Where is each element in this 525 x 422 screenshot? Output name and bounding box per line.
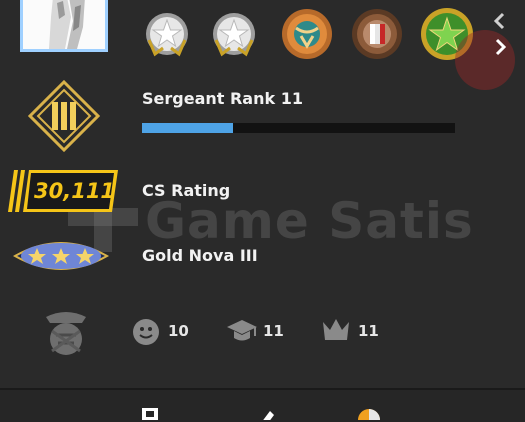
leader-count: 11	[358, 322, 379, 340]
chevron-right-icon[interactable]	[489, 36, 511, 58]
sergeant-rank-icon	[27, 79, 101, 156]
teacher-count: 11	[263, 322, 284, 340]
stats-tab-icon[interactable]	[357, 408, 381, 420]
bronze-flag-medal-icon[interactable]	[349, 6, 405, 62]
xp-progress-fill	[142, 123, 233, 133]
friendly-count: 10	[168, 322, 189, 340]
xp-progress-bar	[142, 123, 455, 133]
chevron-left-icon[interactable]	[489, 10, 511, 32]
teacher-commendation-icon	[226, 316, 258, 348]
watermark-text: Game Satis	[145, 192, 474, 250]
friendly-commendation-icon	[132, 318, 160, 350]
silver-coin-medal-icon[interactable]	[139, 6, 195, 62]
rank-title: Sergeant Rank 11	[142, 89, 303, 108]
gold-nova-rank-icon	[11, 236, 111, 280]
orange-bull-medal-icon[interactable]	[279, 6, 335, 62]
cs-rating-label: CS Rating	[142, 181, 231, 200]
edit-tab-icon[interactable]	[254, 409, 276, 420]
cs-rating-badge: 30,111	[8, 170, 118, 212]
avatar[interactable]	[20, 0, 108, 52]
leader-commendation-icon	[321, 316, 351, 348]
service-emblem-icon	[40, 307, 92, 363]
silver-coin-medal-icon[interactable]	[206, 6, 262, 62]
cs-rating-value: 30,111	[34, 179, 116, 203]
avatar-image	[23, 0, 105, 49]
profile-tab-icon[interactable]	[140, 408, 160, 420]
competitive-rank-name: Gold Nova III	[142, 246, 258, 265]
